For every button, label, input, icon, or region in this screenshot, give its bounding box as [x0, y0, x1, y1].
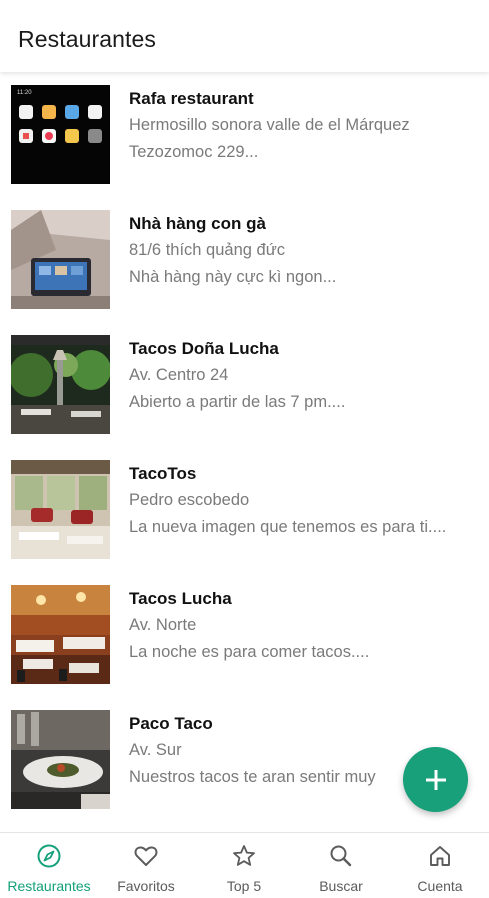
compass-icon	[37, 844, 61, 868]
tab-label: Buscar	[319, 878, 363, 894]
tab-label: Top 5	[226, 878, 262, 894]
heart-icon	[134, 846, 158, 866]
restaurant-description: La nueva imagen que tenemos es para ti..…	[129, 518, 447, 536]
list-item[interactable]: Tacos Lucha Av. Norte La noche es para c…	[0, 572, 489, 684]
tab-favoritos[interactable]: Favoritos	[97, 833, 195, 898]
add-restaurant-button[interactable]	[403, 747, 468, 812]
restaurant-name: TacoTos	[129, 464, 197, 483]
restaurant-thumbnail: 11:20	[11, 85, 110, 184]
restaurant-address: Pedro escobedo	[129, 491, 250, 509]
restaurant-description: La noche es para comer tacos....	[129, 643, 370, 661]
restaurant-name: Nhà hàng con gà	[129, 214, 266, 233]
tab-buscar[interactable]: Buscar	[292, 833, 390, 898]
restaurant-address: 81/6 thích quảng đức	[129, 241, 285, 259]
restaurant-address: Av. Norte	[129, 616, 197, 634]
restaurant-thumbnail	[11, 585, 110, 684]
plus-icon	[425, 769, 446, 790]
restaurant-thumbnail	[11, 460, 110, 559]
tab-cuenta[interactable]: Cuenta	[391, 833, 489, 898]
restaurant-name: Rafa restaurant	[129, 89, 254, 108]
restaurant-thumbnail	[11, 210, 110, 309]
tab-label: Restaurantes	[7, 878, 91, 894]
restaurant-description: Tezozomoc 229...	[129, 143, 259, 161]
app-bar: Restaurantes	[0, 0, 489, 72]
list-item[interactable]: Nhà hàng con gà 81/6 thích quảng đức Nhà…	[0, 197, 489, 309]
restaurant-list[interactable]: 11:20 Rafa restaurant Hermosillo sonora …	[0, 72, 489, 832]
tab-label: Favoritos	[117, 878, 175, 894]
list-item[interactable]: TacoTos Pedro escobedo La nueva imagen q…	[0, 447, 489, 559]
restaurant-thumbnail	[11, 710, 110, 809]
svg-text:11:20: 11:20	[17, 90, 32, 96]
tab-restaurantes[interactable]: Restaurantes	[0, 833, 98, 898]
restaurant-description: Abierto a partir de las 7 pm....	[129, 393, 346, 411]
home-icon	[430, 846, 450, 866]
list-item[interactable]: Tacos Doña Lucha Av. Centro 24 Abierto a…	[0, 322, 489, 434]
restaurant-address: Av. Centro 24	[129, 366, 229, 384]
search-icon	[330, 845, 352, 867]
bottom-navigation: Restaurantes Favoritos Top 5 Buscar Cuen…	[0, 832, 489, 898]
tab-top5[interactable]: Top 5	[195, 833, 293, 898]
restaurant-description: Nhà hàng này cực kì ngon...	[129, 268, 337, 286]
tab-label: Cuenta	[417, 878, 463, 894]
star-icon	[233, 845, 255, 866]
list-item[interactable]: 11:20 Rafa restaurant Hermosillo sonora …	[0, 72, 489, 184]
page-title: Restaurantes	[18, 26, 156, 52]
restaurant-name: Tacos Doña Lucha	[129, 339, 279, 358]
restaurant-address: Hermosillo sonora valle de el Márquez	[129, 116, 410, 134]
restaurant-thumbnail	[11, 335, 110, 434]
restaurant-name: Paco Taco	[129, 714, 213, 733]
restaurant-name: Tacos Lucha	[129, 589, 232, 608]
